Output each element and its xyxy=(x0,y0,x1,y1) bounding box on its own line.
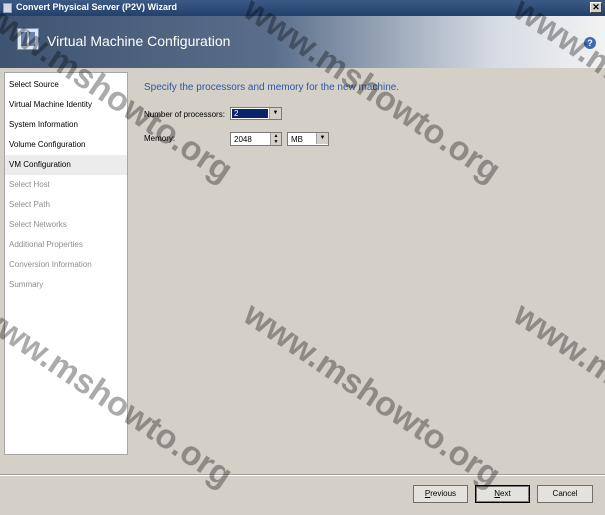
help-icon[interactable]: ? xyxy=(584,37,596,49)
memory-value: 2048 xyxy=(234,135,252,144)
nav-item-vm-configuration[interactable]: VM Configuration xyxy=(5,155,127,175)
wizard-steps-nav: Select Source Virtual Machine Identity S… xyxy=(4,72,128,455)
nav-item-conversion-information: Conversion Information xyxy=(9,260,92,269)
memory-unit-select[interactable]: MB ▼ xyxy=(287,132,329,146)
nav-item-select-host: Select Host xyxy=(9,180,50,189)
nav-item-select-source[interactable]: Select Source xyxy=(5,75,127,95)
nav-item-volume-configuration[interactable]: Volume Configuration xyxy=(5,135,127,155)
close-icon: ✕ xyxy=(592,2,600,12)
processors-label: Number of processors: xyxy=(144,110,225,119)
wizard-window: Convert Physical Server (P2V) Wizard ✕ V… xyxy=(0,0,605,515)
chevron-down-icon[interactable]: ▼ xyxy=(269,108,281,119)
spin-arrows-icon[interactable]: ▲ ▼ xyxy=(270,133,281,145)
memory-unit-value: MB xyxy=(291,135,303,144)
memory-label: Memory: xyxy=(144,134,176,143)
watermark: www.mshowto.org xyxy=(236,295,508,495)
server-icon xyxy=(17,28,39,50)
nav-item-select-networks: Select Networks xyxy=(9,220,67,229)
nav-item-additional-properties: Additional Properties xyxy=(9,240,83,249)
nav-item-virtual-machine-identity[interactable]: Virtual Machine Identity xyxy=(5,95,127,115)
processors-select[interactable]: 2 ▼ xyxy=(230,107,282,120)
cancel-button[interactable]: Cancel xyxy=(537,485,593,503)
section-heading: Specify the processors and memory for th… xyxy=(144,82,400,93)
window-title: Convert Physical Server (P2V) Wizard xyxy=(16,2,177,12)
nav-item-summary: Summary xyxy=(9,280,44,289)
watermark: www.mshowto.org xyxy=(506,295,605,495)
page-title: Virtual Machine Configuration xyxy=(47,33,231,49)
processors-value: 2 xyxy=(232,109,268,118)
previous-button[interactable]: Previous xyxy=(413,485,468,503)
next-button[interactable]: Next xyxy=(475,485,530,503)
chevron-down-icon[interactable]: ▼ xyxy=(316,133,328,144)
nav-item-system-information[interactable]: System Information xyxy=(5,115,127,135)
app-icon xyxy=(3,3,12,13)
close-button[interactable]: ✕ xyxy=(590,2,602,13)
title-bar[interactable]: Convert Physical Server (P2V) Wizard ✕ xyxy=(0,0,605,16)
nav-item-select-path: Select Path xyxy=(9,200,50,209)
memory-stepper[interactable]: 2048 ▲ ▼ xyxy=(230,132,282,146)
footer-divider xyxy=(0,474,605,476)
header-banner: Virtual Machine Configuration ? xyxy=(0,16,605,68)
